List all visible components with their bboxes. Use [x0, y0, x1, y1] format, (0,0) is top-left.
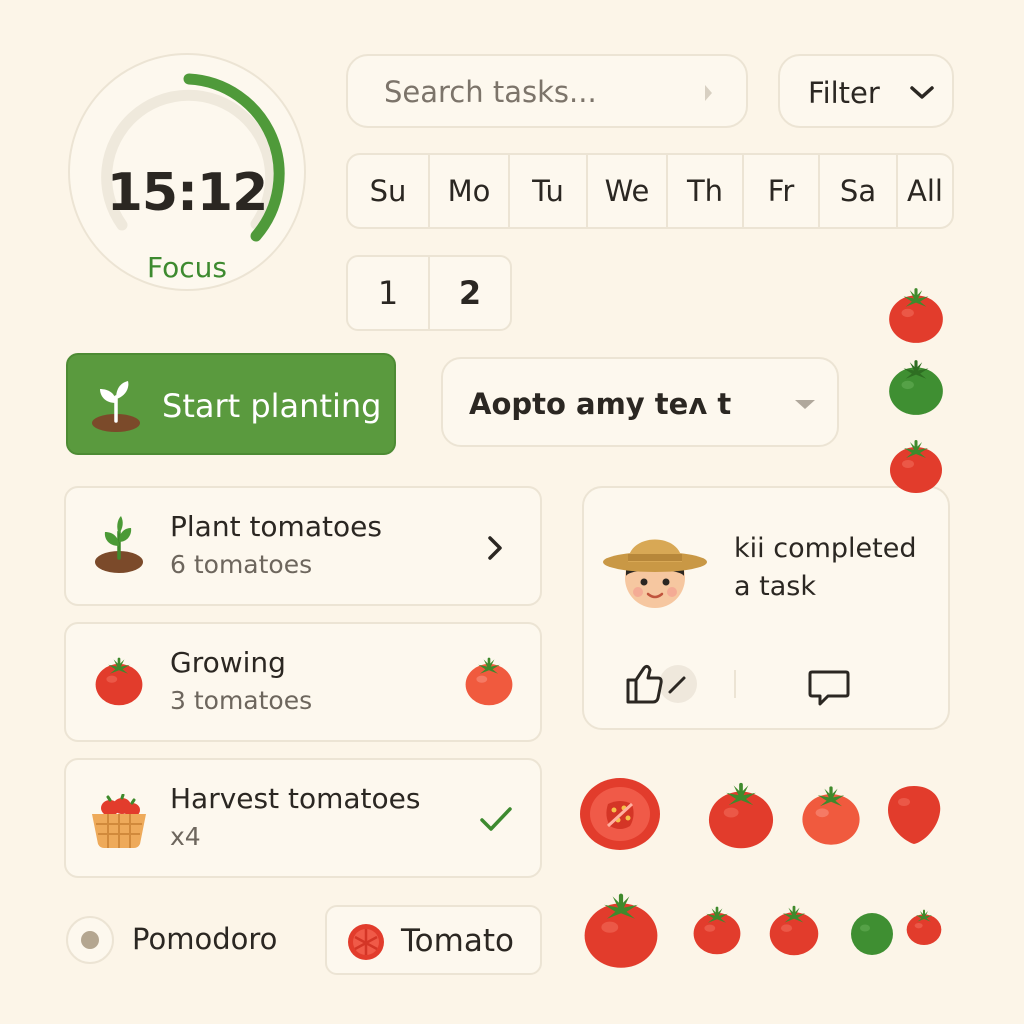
radio-dot	[81, 931, 99, 949]
tomato-icon	[886, 436, 946, 496]
like-button[interactable]	[624, 660, 700, 708]
tomato-icon	[462, 654, 516, 708]
dropdown-select[interactable]: Aopto amy teʌ t	[441, 357, 839, 447]
start-planting-button[interactable]: Start planting	[66, 353, 396, 455]
day-tab-fr[interactable]: Fr	[744, 155, 820, 227]
task-subtitle: x4	[170, 822, 201, 851]
tomato-icon	[92, 652, 146, 710]
checkmark-icon[interactable]	[478, 804, 514, 834]
task-title: Harvest tomatoes	[170, 782, 421, 815]
tomato-slice-icon	[580, 778, 660, 850]
chevron-right-icon[interactable]	[484, 534, 506, 562]
sprout-icon	[92, 381, 140, 432]
search-input[interactable]	[384, 70, 694, 114]
green-tomato-icon	[851, 913, 893, 955]
green-tomato-icon	[884, 356, 948, 418]
focus-timer[interactable]: 15:12 Focus	[68, 53, 306, 291]
filter-label: Filter	[808, 76, 880, 110]
start-planting-label: Start planting	[162, 387, 382, 425]
tomato-slice-icon	[348, 924, 384, 960]
timer-time: 15:12	[106, 163, 269, 223]
task-card-harvest[interactable]: Harvest tomatoes x4	[64, 758, 542, 878]
day-selector: Su Mo Tu We Th Fr Sa All	[346, 153, 954, 229]
tomato-icon	[888, 786, 941, 844]
activity-message: kii completed a task	[734, 533, 917, 602]
tomato-icon	[578, 888, 664, 972]
tomato-icon	[798, 776, 864, 854]
pagination: 1 2	[346, 255, 512, 331]
comment-button[interactable]	[806, 664, 852, 710]
activity-card: kii completed a task	[582, 486, 950, 730]
action-divider	[734, 670, 736, 698]
pomodoro-radio-label[interactable]: Pomodoro	[132, 922, 277, 956]
sprout-pot-icon	[95, 516, 143, 573]
tomato-icon	[704, 776, 778, 854]
page-button-2[interactable]: 2	[430, 257, 510, 329]
filter-button[interactable]: Filter	[778, 54, 954, 128]
day-tab-all[interactable]: All	[898, 155, 952, 227]
avatar	[603, 539, 707, 608]
tomato-icon	[766, 898, 822, 962]
day-tab-we[interactable]: We	[588, 155, 668, 227]
caret-down-icon	[795, 400, 815, 409]
task-title: Growing	[170, 646, 286, 679]
task-subtitle: 6 tomatoes	[170, 550, 313, 579]
chip-label: Tomato	[401, 923, 514, 959]
day-tab-su[interactable]: Su	[348, 155, 430, 227]
day-tab-th[interactable]: Th	[668, 155, 744, 227]
search-box[interactable]	[346, 54, 748, 128]
tomato-chip[interactable]: Tomato	[325, 905, 542, 975]
day-tab-sa[interactable]: Sa	[820, 155, 898, 227]
thumbs-up-icon	[626, 664, 697, 704]
comment-icon	[808, 670, 850, 706]
chevron-down-icon	[910, 86, 934, 99]
select-value: Aopto amy teʌ t	[469, 387, 732, 421]
task-subtitle: 3 tomatoes	[170, 686, 313, 715]
pomodoro-radio[interactable]	[66, 916, 114, 964]
tomato-icon	[904, 904, 944, 950]
task-title: Plant tomatoes	[170, 510, 382, 543]
basket-icon	[92, 794, 146, 848]
page-button-1[interactable]: 1	[348, 257, 430, 329]
day-tab-tu[interactable]: Tu	[510, 155, 588, 227]
day-tab-mo[interactable]: Mo	[430, 155, 510, 227]
search-arrow-icon	[705, 85, 712, 101]
tomato-icon	[884, 284, 948, 346]
task-card-growing[interactable]: Growing 3 tomatoes	[64, 622, 542, 742]
timer-mode-label: Focus	[147, 251, 227, 284]
tomato-icon	[690, 898, 744, 962]
task-card-plant[interactable]: Plant tomatoes 6 tomatoes	[64, 486, 542, 606]
